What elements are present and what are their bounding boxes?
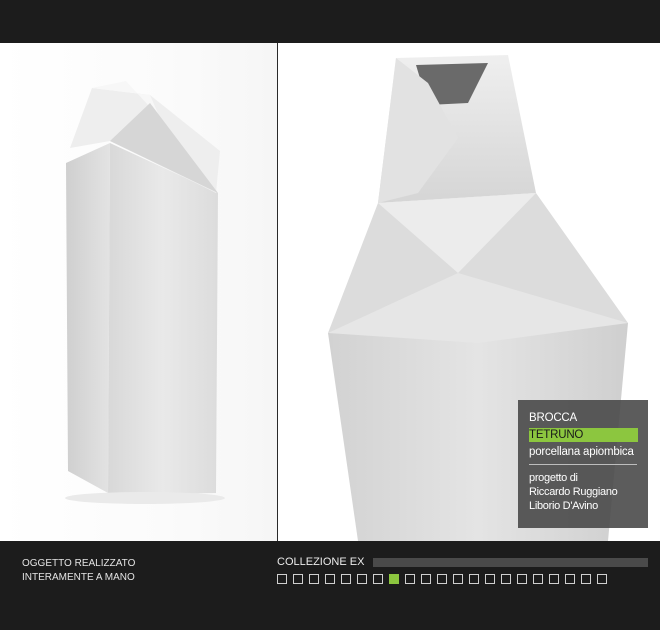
- collection-thumbnail-5[interactable]: [341, 574, 351, 584]
- collection-thumbnail-1[interactable]: [277, 574, 287, 584]
- handmade-caption: OGGETTO REALIZZATO INTERAMENTE A MANO: [22, 557, 135, 585]
- collection-thumbnail-21[interactable]: [597, 574, 607, 584]
- product-material: porcellana apiombica: [529, 446, 634, 458]
- collection-thumbnail-3[interactable]: [309, 574, 319, 584]
- bottom-bar: [0, 541, 660, 630]
- product-info-panel: BROCCA TETRUNO porcellana apiombica prog…: [518, 400, 648, 528]
- collection-thumbnail-10[interactable]: [421, 574, 431, 584]
- collection-thumbnail-12[interactable]: [453, 574, 463, 584]
- collection-thumbnail-19[interactable]: [565, 574, 575, 584]
- collection-thumbnail-14[interactable]: [485, 574, 495, 584]
- collection-thumbnail-13[interactable]: [469, 574, 479, 584]
- collection-thumbnail-18[interactable]: [549, 574, 559, 584]
- caption-line-1: OGGETTO REALIZZATO: [22, 558, 136, 569]
- collection-thumbnail-7[interactable]: [373, 574, 383, 584]
- collection-thumbnail-2[interactable]: [293, 574, 303, 584]
- caption-line-2: INTERAMENTE A MANO: [22, 572, 135, 583]
- product-category: BROCCA: [529, 412, 578, 424]
- collection-thumbnail-16[interactable]: [517, 574, 527, 584]
- collection-thumbnail-6[interactable]: [357, 574, 367, 584]
- collection-title: COLLEZIONE EX: [277, 556, 365, 568]
- design-label: progetto di: [529, 472, 578, 484]
- collection-thumbnail-20[interactable]: [581, 574, 591, 584]
- designer-name-1: Riccardo Ruggiano: [529, 486, 618, 498]
- collection-progress-track: [373, 558, 648, 567]
- collection-thumbnail-4[interactable]: [325, 574, 335, 584]
- product-name: TETRUNO: [529, 428, 638, 442]
- collection-thumbnail-8[interactable]: [389, 574, 399, 584]
- collection-thumbnail-17[interactable]: [533, 574, 543, 584]
- info-separator: [529, 464, 637, 465]
- designer-name-2: Liborio D'Avino: [529, 500, 598, 512]
- product-photo-front: [0, 43, 277, 541]
- collection-thumbnail-11[interactable]: [437, 574, 447, 584]
- collection-thumbnail-9[interactable]: [405, 574, 415, 584]
- top-bar: [0, 0, 660, 43]
- collection-thumbnail-15[interactable]: [501, 574, 511, 584]
